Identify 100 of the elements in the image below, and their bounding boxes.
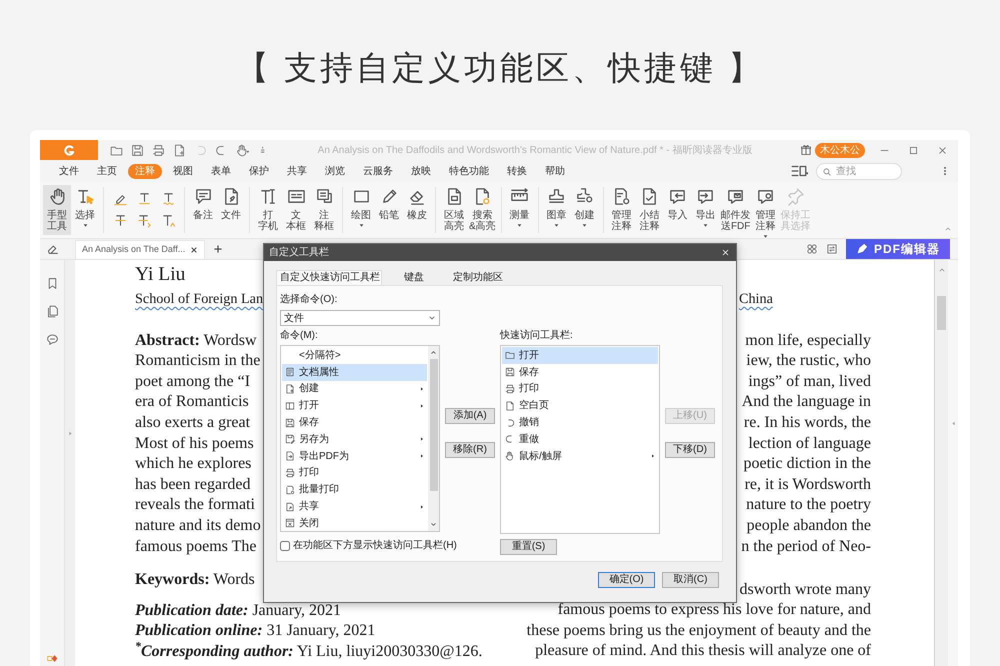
list-item[interactable]: 打开 [282, 397, 427, 414]
menu-tab[interactable]: 保护 [242, 164, 276, 178]
new-page-icon[interactable] [173, 144, 186, 156]
hand-icon[interactable] [236, 144, 249, 156]
ribbon-button[interactable]: 选择 [71, 185, 99, 235]
scroll-thumb[interactable] [430, 359, 438, 491]
pages-icon[interactable] [46, 305, 58, 318]
document-tab[interactable]: An Analysis on The Daff... [75, 240, 205, 259]
list-item[interactable]: 文档属性 [282, 364, 427, 381]
ribbon-button[interactable]: 区域 高亮 [440, 185, 468, 235]
ribbon-button[interactable]: 橡皮 [403, 185, 431, 235]
scroll-thumb[interactable] [937, 296, 946, 330]
list-item[interactable]: <分隔符> [282, 347, 427, 364]
dialog-tab[interactable]: 键盘 [382, 270, 446, 285]
field-label: 选择命令(O): [280, 294, 338, 306]
list-item[interactable]: 关闭 [282, 514, 427, 532]
ribbon-button[interactable]: 手型 工具 [43, 185, 71, 235]
quick-access-list[interactable]: 打开 保存 打印 空白页 撤销 重做 鼠标/触屏 [500, 345, 660, 534]
list-item[interactable]: 鼠标/触屏 [502, 448, 658, 465]
list-item[interactable]: 保存 [502, 364, 658, 381]
menu-tab[interactable]: 主页 [90, 164, 124, 178]
menu-tab[interactable]: 帮助 [538, 164, 572, 178]
list-item[interactable]: 另存为 [282, 430, 427, 448]
text-strikethrough-icon[interactable] [112, 212, 128, 228]
menu-tab[interactable]: 文件 [52, 164, 86, 178]
menu-tab[interactable]: 浏览 [318, 164, 352, 178]
search-field[interactable]: 查找 [816, 162, 902, 180]
grid-view-icon[interactable] [806, 243, 818, 255]
menu-tab[interactable]: 转换 [500, 164, 534, 178]
ribbon-button[interactable]: 管理 注释 [608, 185, 636, 235]
document-text: re, it is Wordsworth [744, 474, 871, 495]
ribbon-button[interactable]: 绘图 [347, 185, 375, 235]
book-icon [285, 400, 295, 411]
printer-icon[interactable] [152, 144, 165, 156]
command-dropdown[interactable]: 文件 [280, 310, 440, 326]
comment-icon[interactable] [46, 333, 58, 346]
command-list[interactable]: <分隔符> 文档属性 创建 打开 保存 另存为 导出PDF为 打印 批量打印 共享 关闭 [280, 345, 440, 532]
scrollbar[interactable] [428, 346, 439, 531]
list-item[interactable]: 打印 [282, 464, 427, 482]
list-item[interactable]: 批量打印 [282, 481, 427, 498]
dialog-tab[interactable]: 自定义快速访问工具栏 [276, 270, 382, 285]
list-item[interactable]: 共享 [282, 498, 427, 515]
collapse-icon[interactable] [944, 225, 952, 233]
text-insert-icon[interactable] [160, 212, 176, 228]
menu-tab[interactable]: 共享 [280, 164, 314, 178]
export-icon [285, 451, 295, 462]
dialog-button[interactable]: 下移(D) [665, 442, 715, 458]
text-squiggle-icon[interactable] [160, 190, 176, 206]
menu-tab[interactable]: 放映 [404, 164, 438, 178]
dialog-button[interactable]: 添加(A) [445, 408, 495, 424]
ribbon-button[interactable]: 注 释框 [310, 185, 338, 235]
menu-tab[interactable]: 特色功能 [442, 164, 496, 178]
checkbox[interactable] [280, 540, 290, 550]
dialog-tab[interactable]: 定制功能区 [446, 270, 510, 285]
ribbon-button[interactable]: 创建 [570, 185, 599, 235]
ribbon-button[interactable]: 图章 [542, 185, 571, 235]
scroll-up-icon[interactable] [938, 266, 946, 274]
ribbon-button[interactable]: 文 本框 [282, 185, 310, 235]
menu-tab[interactable]: 视图 [166, 164, 200, 178]
ribbon-button[interactable]: 打 字机 [254, 185, 282, 235]
dialog-button[interactable]: 确定(O) [598, 572, 655, 588]
pdf-editor-button[interactable]: PDF编辑器 [846, 239, 950, 259]
list-item[interactable]: 导出PDF为 [282, 448, 427, 465]
printer-icon [285, 468, 295, 478]
maximize-icon[interactable] [908, 144, 919, 156]
document-text: lection of language [748, 434, 871, 454]
ribbon-button[interactable]: 导入 [664, 185, 692, 235]
text-underline-icon[interactable] [136, 190, 152, 206]
text-replace-icon[interactable] [136, 212, 152, 228]
scrollbar[interactable] [935, 260, 948, 666]
ribbon-button[interactable]: 导出 [692, 185, 720, 235]
close-icon[interactable] [190, 246, 198, 254]
ribbon-button[interactable]: 文件 [217, 185, 245, 235]
ribbon-button[interactable]: 邮件发 送FDF [720, 185, 752, 235]
list-item[interactable]: 重做 [502, 430, 658, 448]
dialog-button[interactable]: 取消(C) [662, 572, 719, 588]
swap-icon[interactable] [826, 243, 838, 255]
dialog-button[interactable]: 重置(S) [500, 539, 557, 555]
save-icon[interactable] [131, 144, 144, 156]
list-item[interactable]: 空白页 [502, 397, 658, 414]
list-item[interactable]: 保存 [282, 414, 427, 431]
list-item[interactable]: 撤销 [502, 414, 658, 431]
list-item[interactable]: 创建 [282, 380, 427, 398]
scroll-up-icon[interactable] [430, 349, 437, 356]
menu-tab[interactable]: 表单 [204, 164, 238, 178]
list-item[interactable]: 打开 [502, 347, 658, 364]
ribbon-button[interactable]: 管理 注释 [752, 185, 780, 235]
ribbon-button[interactable]: 铅笔 [375, 185, 403, 235]
ribbon-button[interactable]: 测量 [506, 185, 534, 235]
dialog-button[interactable]: 移除(R) [445, 442, 495, 458]
field-label: 快速访问工具栏: [500, 330, 574, 342]
ribbon-button[interactable]: 小结 注释 [636, 185, 664, 235]
ribbon-button[interactable]: 备注 [189, 185, 217, 235]
ribbon-button[interactable]: 搜索 &高亮 [468, 185, 497, 235]
close-icon[interactable] [937, 144, 948, 156]
gift-icon[interactable] [800, 144, 812, 156]
scroll-down-icon[interactable] [430, 521, 437, 528]
menu-tab[interactable]: 云服务 [356, 164, 400, 178]
add-tab-icon[interactable] [213, 244, 223, 254]
list-item[interactable]: 打印 [502, 380, 658, 398]
